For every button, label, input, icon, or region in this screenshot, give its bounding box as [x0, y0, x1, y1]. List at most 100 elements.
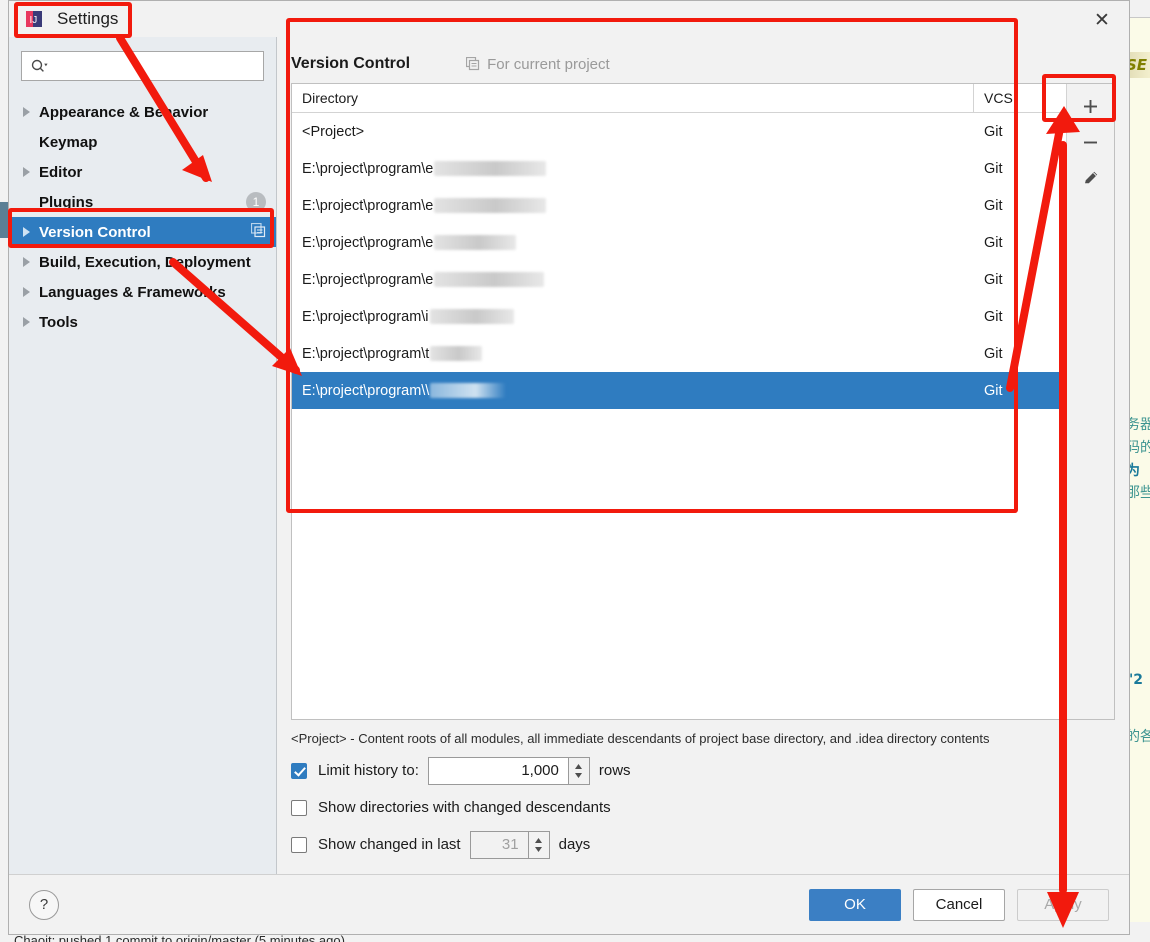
- option-label: Show changed in last: [318, 836, 461, 853]
- table-row[interactable]: E:\project\program\e Git: [292, 224, 1066, 261]
- sidebar-item-label: Tools: [39, 313, 78, 331]
- table-row[interactable]: E:\project\program\e Git: [292, 150, 1066, 187]
- cell-directory: E:\project\program\\: [292, 383, 974, 399]
- cell-vcs: Git: [984, 382, 1003, 399]
- remove-button[interactable]: [1067, 124, 1114, 160]
- project-scope-indicator[interactable]: For current project: [466, 56, 610, 73]
- settings-nav-list: Appearance & Behavior Keymap Editor Plugins…: [9, 97, 276, 337]
- dialog-body: Appearance & Behavior Keymap Editor Plugins…: [9, 37, 1129, 874]
- redacted-path-segment: [434, 161, 547, 176]
- settings-dialog: IJ Settings ✕ Appearance & Behavior Keym…: [8, 0, 1130, 935]
- chevron-right-icon[interactable]: [23, 167, 30, 177]
- sidebar-item-label: Languages & Frameworks: [39, 283, 226, 301]
- checkbox-show-directories[interactable]: [291, 799, 307, 816]
- checkbox-show-changed-in-last[interactable]: [291, 836, 307, 853]
- sidebar-item-label: Keymap: [39, 133, 98, 151]
- sidebar-item-appearance-behavior[interactable]: Appearance & Behavior: [9, 97, 276, 127]
- dialog-footer: ? OK Cancel Apply: [9, 874, 1129, 934]
- cell-vcs: Git: [984, 123, 1003, 140]
- redacted-path-segment: [434, 198, 547, 213]
- cell-directory: E:\project\program\e: [292, 235, 974, 251]
- page-title: Version Control: [291, 55, 411, 72]
- directory-path-text: <Project>: [302, 123, 365, 140]
- spinner-value-input[interactable]: 31: [469, 830, 528, 859]
- sidebar-item-plugins[interactable]: Plugins 1: [9, 187, 276, 217]
- version-control-panel: Version Control For current project Dire…: [277, 37, 1129, 874]
- project-scope-icon: [250, 222, 266, 242]
- project-scope-label: For current project: [487, 55, 610, 73]
- add-button[interactable]: [1067, 88, 1114, 124]
- directory-path-text: E:\project\program\\: [302, 382, 430, 399]
- redacted-path-segment: [430, 383, 507, 398]
- cell-vcs: Git: [984, 271, 1003, 288]
- edit-button[interactable]: [1067, 160, 1114, 196]
- option-row-show-directories: Show directories with changed descendant…: [291, 789, 1115, 826]
- table-body: <Project> Git E:\project\program\e Git E:\pr…: [292, 113, 1066, 719]
- spinner-show-changed-in-last: 31: [469, 830, 550, 859]
- option-suffix-label: days: [558, 836, 591, 853]
- table-row[interactable]: E:\project\program\t Git: [292, 335, 1066, 372]
- chevron-right-icon[interactable]: [23, 257, 30, 267]
- option-label: Limit history to:: [318, 762, 419, 779]
- column-header-vcs[interactable]: VCS: [974, 84, 1066, 112]
- column-header-directory[interactable]: Directory: [292, 84, 974, 112]
- vcs-options: Limit history to: 1,000 rows Show directori…: [291, 746, 1115, 863]
- table-header-row: Directory VCS: [292, 84, 1066, 113]
- spinner-stepper-buttons[interactable]: [567, 756, 590, 785]
- svg-text:IJ: IJ: [30, 15, 38, 26]
- table-row[interactable]: E:\project\program\i Git: [292, 298, 1066, 335]
- cell-directory: E:\project\program\i: [292, 309, 974, 325]
- sidebar-item-keymap[interactable]: Keymap: [9, 127, 276, 157]
- project-scope-hint: <Project> - Content roots of all modules…: [291, 731, 990, 746]
- sidebar-item-label: Plugins: [39, 193, 94, 211]
- chevron-right-icon[interactable]: [23, 107, 30, 117]
- sidebar-item-build-execution-deployment[interactable]: Build, Execution, Deployment: [9, 247, 276, 277]
- spinner-value-input[interactable]: 1,000: [427, 756, 568, 785]
- close-icon[interactable]: ✕: [1089, 7, 1115, 33]
- apply-button[interactable]: Apply: [1017, 888, 1109, 921]
- option-label: Show directories with changed descendant…: [318, 799, 611, 816]
- redacted-path-segment: [434, 235, 517, 250]
- cancel-button[interactable]: Cancel: [913, 888, 1005, 921]
- option-row-show-changed-in-last: Show changed in last 31 days: [291, 826, 1115, 863]
- search-input[interactable]: [21, 51, 264, 81]
- cell-directory: E:\project\program\e: [292, 161, 974, 177]
- chevron-right-icon[interactable]: [23, 287, 30, 297]
- cell-directory: E:\project\program\t: [292, 346, 974, 362]
- sidebar-item-tools[interactable]: Tools: [9, 307, 276, 337]
- sidebar-item-version-control[interactable]: Version Control: [9, 217, 276, 247]
- chevron-right-icon[interactable]: [23, 317, 30, 327]
- plugins-update-badge: 1: [246, 192, 266, 212]
- search-container: [9, 45, 276, 91]
- table-row[interactable]: E:\project\program\e Git: [292, 187, 1066, 224]
- sidebar-item-label: Version Control: [39, 223, 151, 241]
- sidebar-item-label: Appearance & Behavior: [39, 103, 209, 121]
- cell-directory: E:\project\program\e: [292, 272, 974, 288]
- sidebar-item-editor[interactable]: Editor: [9, 157, 276, 187]
- table-row[interactable]: <Project> Git: [292, 113, 1066, 150]
- sidebar-item-languages-frameworks[interactable]: Languages & Frameworks: [9, 277, 276, 307]
- sidebar-item-label: Editor: [39, 163, 83, 181]
- search-icon: [31, 59, 49, 73]
- cell-directory: <Project>: [292, 124, 974, 140]
- directory-path-text: E:\project\program\i: [302, 308, 429, 325]
- cell-vcs: Git: [984, 345, 1003, 362]
- help-button[interactable]: ?: [29, 889, 59, 920]
- directory-path-text: E:\project\program\e: [302, 160, 434, 177]
- checkbox-limit-history[interactable]: [291, 762, 307, 779]
- directory-table: Directory VCS <Project> Git E:\project\pro…: [292, 84, 1066, 719]
- sidebar-item-label: Build, Execution, Deployment: [39, 253, 251, 271]
- table-row[interactable]: E:\project\program\\ Git: [292, 372, 1066, 409]
- dialog-title: Settings: [57, 9, 119, 28]
- ok-button[interactable]: OK: [809, 888, 901, 921]
- chevron-right-icon[interactable]: [23, 227, 30, 237]
- directory-path-text: E:\project\program\e: [302, 197, 434, 214]
- cell-directory: E:\project\program\e: [292, 198, 974, 214]
- cell-vcs: Git: [984, 308, 1003, 325]
- panel-header: Version Control For current project: [291, 37, 1115, 83]
- redacted-path-segment: [430, 346, 483, 361]
- table-row[interactable]: E:\project\program\e Git: [292, 261, 1066, 298]
- spinner-stepper-buttons[interactable]: [527, 830, 550, 859]
- table-toolbar: [1066, 84, 1114, 719]
- cell-vcs: Git: [984, 197, 1003, 214]
